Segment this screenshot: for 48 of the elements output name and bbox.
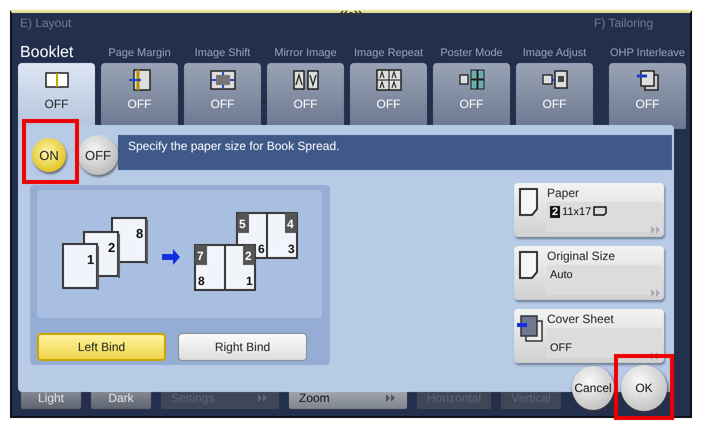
function-label: Image Repeat [354, 46, 424, 61]
highlight-frame [614, 354, 674, 420]
cover-sheet-icon [517, 313, 545, 343]
function-label: Poster Mode [440, 46, 503, 61]
page-icon [542, 69, 568, 91]
function-tile[interactable]: OFF [609, 63, 686, 129]
chevron-icon [651, 352, 661, 360]
bind-button[interactable]: Left Bind [37, 333, 166, 361]
function-label: Mirror Image [274, 46, 337, 61]
section-title: E) Layout [20, 16, 72, 30]
page-icon [634, 69, 660, 91]
page-icon [458, 69, 484, 91]
setting-value: Auto [547, 265, 662, 295]
page-icon [517, 250, 541, 280]
toggle-button[interactable]: OFF [78, 135, 118, 175]
chevron-icon [651, 226, 661, 234]
landscape-paper-icon [593, 206, 608, 216]
setting-button[interactable]: Cover Sheet OFF [514, 309, 664, 363]
function-label: Image Adjust [522, 46, 586, 61]
page-icon [517, 187, 541, 217]
function-label: Page Margin [108, 46, 171, 61]
instruction-text: Specify the paper size for Book Spread. [118, 135, 672, 170]
setting-label: Paper [547, 186, 580, 200]
chevron-icon [257, 394, 269, 402]
toggle-button[interactable]: ON [32, 138, 66, 172]
spread-drawing: 7 8 2 1 [194, 244, 256, 291]
page-icon [126, 69, 152, 91]
function-label: Booklet [19, 43, 74, 63]
bind-button[interactable]: Right Bind [178, 333, 307, 361]
page-icon [292, 69, 318, 91]
page-icon [376, 69, 402, 91]
page-drawing: 1 [62, 243, 99, 290]
drag-handle-icon[interactable] [337, 10, 365, 18]
setting-label: Original Size [547, 249, 616, 263]
chevron-icon [651, 289, 661, 297]
function-label: OHP Interleave [610, 46, 685, 61]
page-icon [210, 69, 236, 91]
arrow-icon [162, 249, 180, 265]
setting-button[interactable]: Paper 2 11x17 [514, 183, 664, 237]
highlight-frame [22, 119, 79, 184]
section-title: F) Tailoring [594, 16, 654, 30]
paper-size: 11x17 [562, 206, 592, 218]
tray-number: 2 [550, 206, 560, 218]
function-label: Image Shift [194, 46, 250, 61]
chevron-icon [385, 394, 397, 402]
setting-label: Cover Sheet [547, 312, 614, 326]
setting-value: OFF [547, 328, 662, 358]
setting-button[interactable]: Original Size Auto [514, 246, 664, 300]
